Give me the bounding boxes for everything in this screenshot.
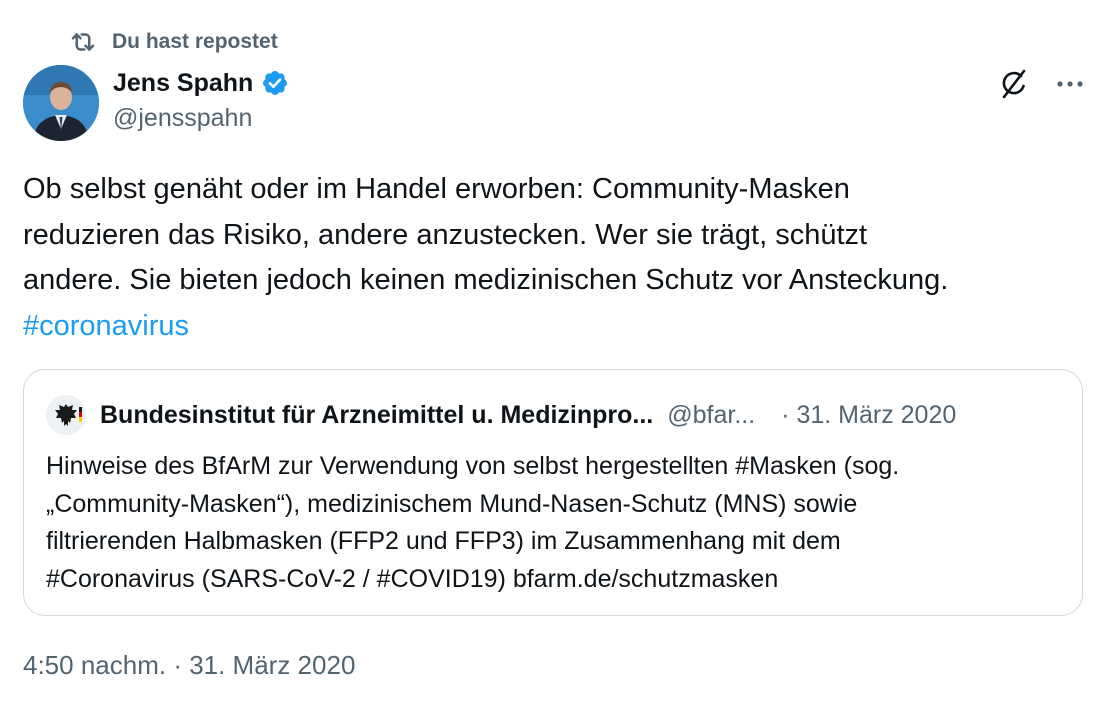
avatar[interactable] — [23, 65, 99, 141]
quoted-text-line: „Community-Masken“), medizinischem Mund-… — [46, 489, 858, 518]
repost-label: Du hast repostet — [112, 30, 278, 53]
quoted-text-line: #Coronavirus (SARS-CoV-2 / #COVID19) bfa… — [46, 564, 779, 593]
quoted-author-handle: @bfar... — [667, 400, 756, 429]
grok-icon[interactable] — [996, 66, 1032, 102]
repost-indicator[interactable]: Du hast repostet — [68, 26, 278, 58]
tweet-text-line: andere. Sie bieten jedoch keinen medizin… — [23, 264, 949, 296]
tweet-text-line: Ob selbst genäht oder im Handel erworben… — [23, 173, 850, 205]
repost-icon — [68, 27, 98, 57]
quoted-text-line: Hinweise des BfArM zur Verwendung von se… — [46, 452, 900, 480]
tweet-top-actions — [996, 66, 1086, 102]
tweet-text-line: reduzieren das Risiko, andere anzustecke… — [23, 218, 868, 251]
verified-badge-icon — [261, 69, 289, 97]
author-name[interactable]: Jens Spahn — [113, 69, 253, 98]
author-handle[interactable]: @jensspahn — [113, 104, 289, 133]
quoted-author-name: Bundesinstitut für Arzneimittel u. Mediz… — [100, 400, 654, 429]
quoted-text-line: filtrierenden Halbmasken (FFP2 und FFP3)… — [46, 527, 841, 555]
author-block: Jens Spahn @jensspahn — [113, 64, 289, 133]
tweet-timestamp[interactable]: 4:50 nachm. · 31. März 2020 — [23, 650, 355, 681]
federal-eagle-logo — [46, 395, 86, 435]
quoted-tweet-header: Bundesinstitut für Arzneimittel u. Mediz… — [46, 395, 1060, 435]
more-options-icon[interactable] — [1054, 68, 1086, 100]
tweet-text: Ob selbst genäht oder im Handel erworben… — [23, 167, 1093, 349]
quoted-tweet-text: Hinweise des BfArM zur Verwendung von se… — [46, 448, 1066, 598]
quoted-date: · 31. März 2020 — [781, 400, 957, 429]
hashtag-link[interactable]: #coronavirus — [23, 310, 189, 342]
quoted-tweet-card[interactable]: Bundesinstitut für Arzneimittel u. Mediz… — [23, 369, 1083, 616]
